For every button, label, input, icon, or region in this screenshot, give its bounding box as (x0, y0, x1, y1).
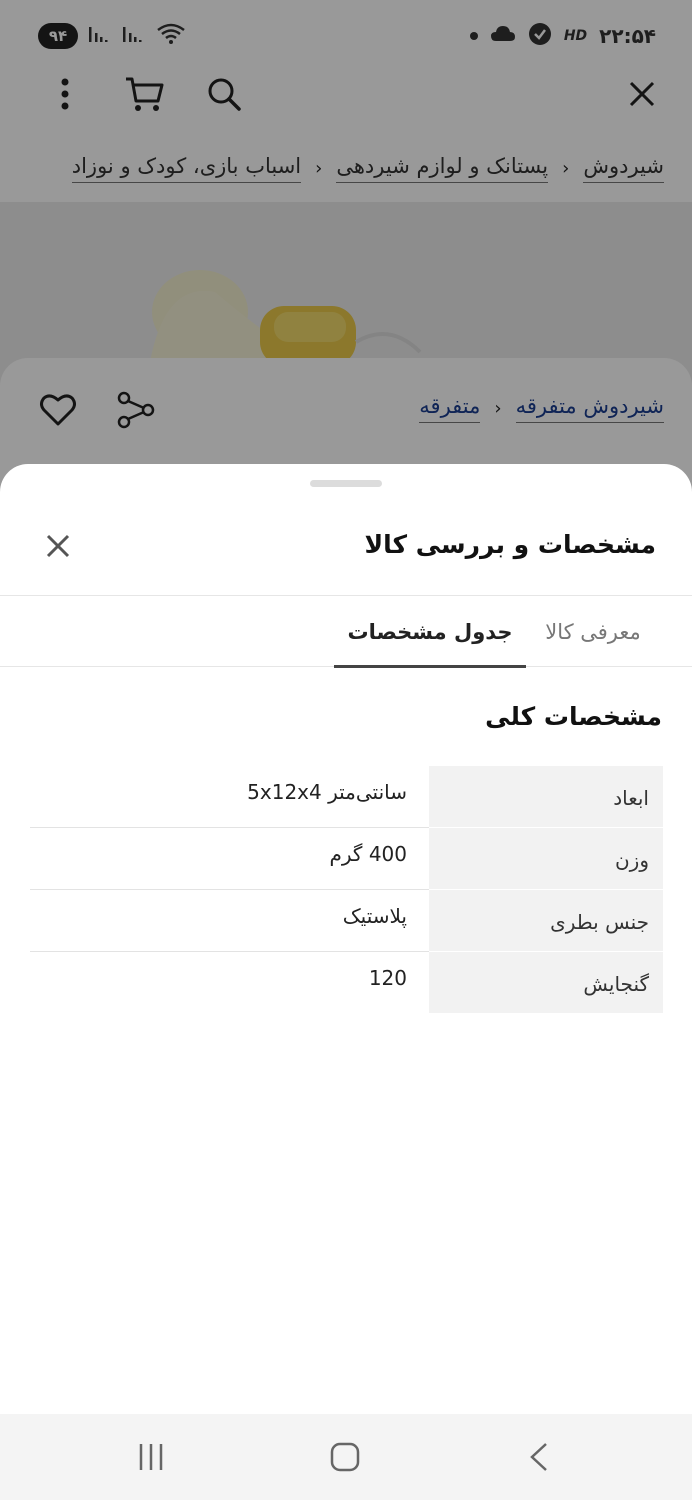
close-icon[interactable] (38, 526, 78, 566)
section-title: مشخصات کلی (485, 702, 662, 731)
system-nav-bar (0, 1414, 692, 1500)
tab-specs[interactable]: جدول مشخصات (334, 597, 526, 668)
spec-key: جنس بطری (550, 910, 649, 934)
spec-value: پلاستیک (342, 904, 407, 928)
sheet-title: مشخصات و بررسی کالا (364, 530, 656, 559)
specs-bottom-sheet: مشخصات و بررسی کالا معرفی کالا جدول مشخص… (0, 464, 692, 1414)
drag-handle[interactable] (310, 480, 382, 487)
recents-icon[interactable] (126, 1434, 176, 1480)
table-row: پلاستیک جنس بطری (30, 890, 663, 952)
spec-key: ابعاد (613, 786, 649, 810)
table-row: سانتی‌متر 5x12x4 ابعاد (30, 766, 663, 828)
spec-key: وزن (614, 848, 649, 872)
home-icon[interactable] (320, 1434, 370, 1480)
table-row: 120 گنجایش (30, 952, 663, 1014)
spec-key: گنجایش (583, 972, 649, 996)
sheet-tabs: معرفی کالا جدول مشخصات (0, 597, 692, 668)
table-row: 400 گرم وزن (30, 828, 663, 890)
tab-intro[interactable]: معرفی کالا (528, 597, 658, 667)
spec-table: سانتی‌متر 5x12x4 ابعاد 400 گرم وزن پلاست… (30, 766, 663, 1014)
spec-value: سانتی‌متر 5x12x4 (247, 780, 407, 804)
back-icon[interactable] (514, 1434, 564, 1480)
spec-value: 120 (368, 966, 407, 990)
spec-value: 400 گرم (329, 842, 407, 866)
sheet-header: مشخصات و بررسی کالا (0, 504, 692, 596)
